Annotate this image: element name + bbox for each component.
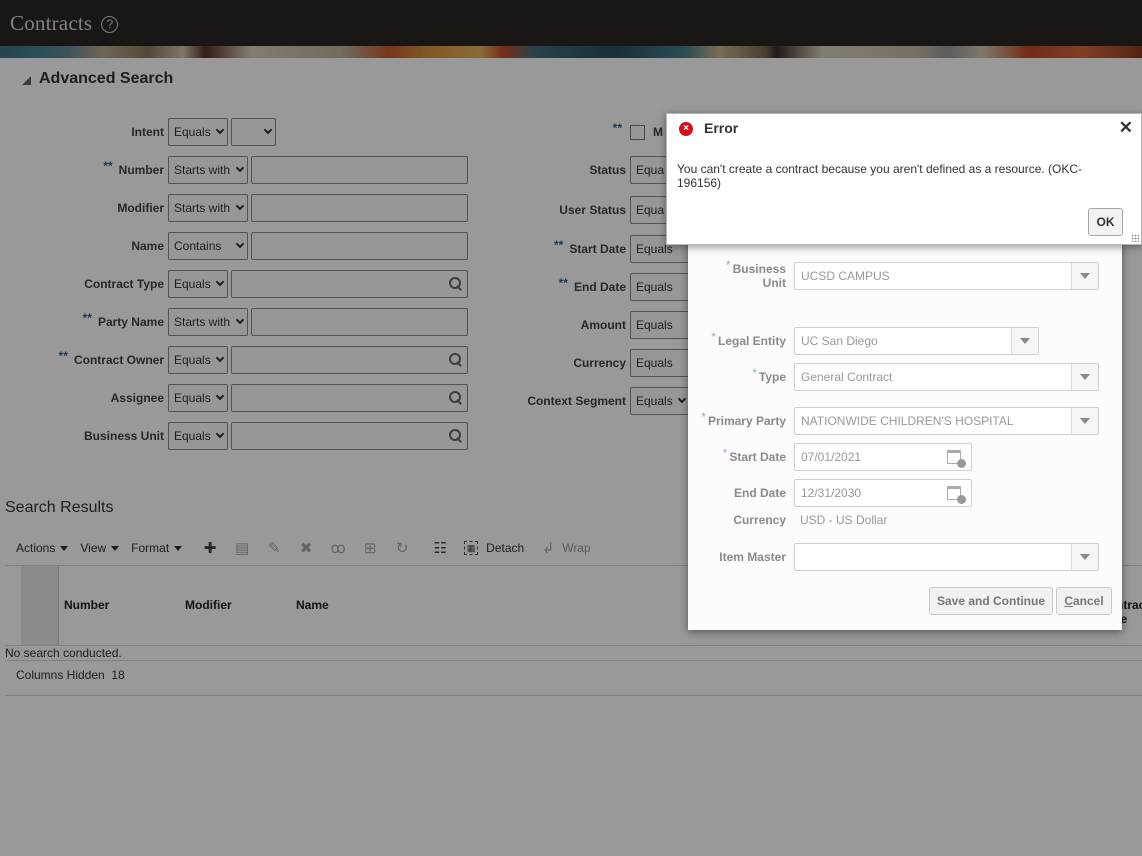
dropdown-button[interactable] xyxy=(1071,544,1098,570)
currency-field: Currency USD - US Dollar xyxy=(688,513,887,527)
field-label: * Primary Party xyxy=(701,410,786,428)
dropdown-triangle-icon xyxy=(1080,273,1090,279)
cancel-button[interactable]: Cancel xyxy=(1056,587,1112,615)
field-label: * Business Unit xyxy=(725,258,786,290)
field-label: Currency xyxy=(733,513,786,527)
dropdown-triangle-icon xyxy=(1080,554,1090,560)
start-date-input[interactable]: 07/01/2021 xyxy=(794,443,972,471)
error-dialog: × Error ✕ You can't create a contract be… xyxy=(666,113,1142,245)
close-icon[interactable]: ✕ xyxy=(1119,118,1133,138)
field-label: End Date xyxy=(733,486,786,500)
business-unit-combo[interactable]: UCSD CAMPUS xyxy=(794,262,1099,290)
dropdown-button[interactable] xyxy=(1071,364,1098,390)
item-master-combo[interactable] xyxy=(794,543,1099,571)
error-icon: × xyxy=(679,122,693,136)
dropdown-button[interactable] xyxy=(1011,328,1038,354)
type-field: * Type General Contract xyxy=(688,363,1099,391)
calendar-icon[interactable] xyxy=(947,486,966,504)
field-label: * Legal Entity xyxy=(711,330,786,348)
dropdown-triangle-icon xyxy=(1020,338,1030,344)
save-and-continue-button[interactable]: Save and Continue xyxy=(929,587,1053,615)
legal-entity-combo[interactable]: UC San Diego xyxy=(794,327,1039,355)
dropdown-button[interactable] xyxy=(1071,263,1098,289)
field-label: * Start Date xyxy=(722,446,786,464)
dropdown-triangle-icon xyxy=(1080,374,1090,380)
dropdown-button[interactable] xyxy=(1071,408,1098,434)
currency-value: USD - US Dollar xyxy=(800,513,888,527)
ok-button[interactable]: OK xyxy=(1088,208,1123,236)
resize-grip-icon[interactable] xyxy=(1131,234,1139,242)
end-date-field: End Date 12/31/2030 xyxy=(688,479,972,507)
dropdown-triangle-icon xyxy=(1080,418,1090,424)
start-date-field: * Start Date 07/01/2021 xyxy=(688,443,972,471)
type-combo[interactable]: General Contract xyxy=(794,363,1099,391)
business-unit-field: * Business Unit UCSD CAMPUS xyxy=(688,258,1099,290)
error-dialog-title: Error xyxy=(704,120,739,136)
primary-party-field: * Primary Party NATIONWIDE CHILDREN'S HOS… xyxy=(688,407,1099,435)
primary-party-combo[interactable]: NATIONWIDE CHILDREN'S HOSPITAL xyxy=(794,407,1099,435)
error-message: You can't create a contract because you … xyxy=(677,162,1083,190)
calendar-icon[interactable] xyxy=(947,450,966,468)
item-master-field: Item Master xyxy=(688,543,1099,571)
field-label: Item Master xyxy=(719,550,786,564)
create-contract-dialog: * Business Unit UCSD CAMPUS * Legal Entity … xyxy=(688,232,1122,630)
end-date-input[interactable]: 12/31/2030 xyxy=(794,479,972,507)
legal-entity-field: * Legal Entity UC San Diego xyxy=(688,327,1039,355)
field-label: * Type xyxy=(752,366,786,384)
